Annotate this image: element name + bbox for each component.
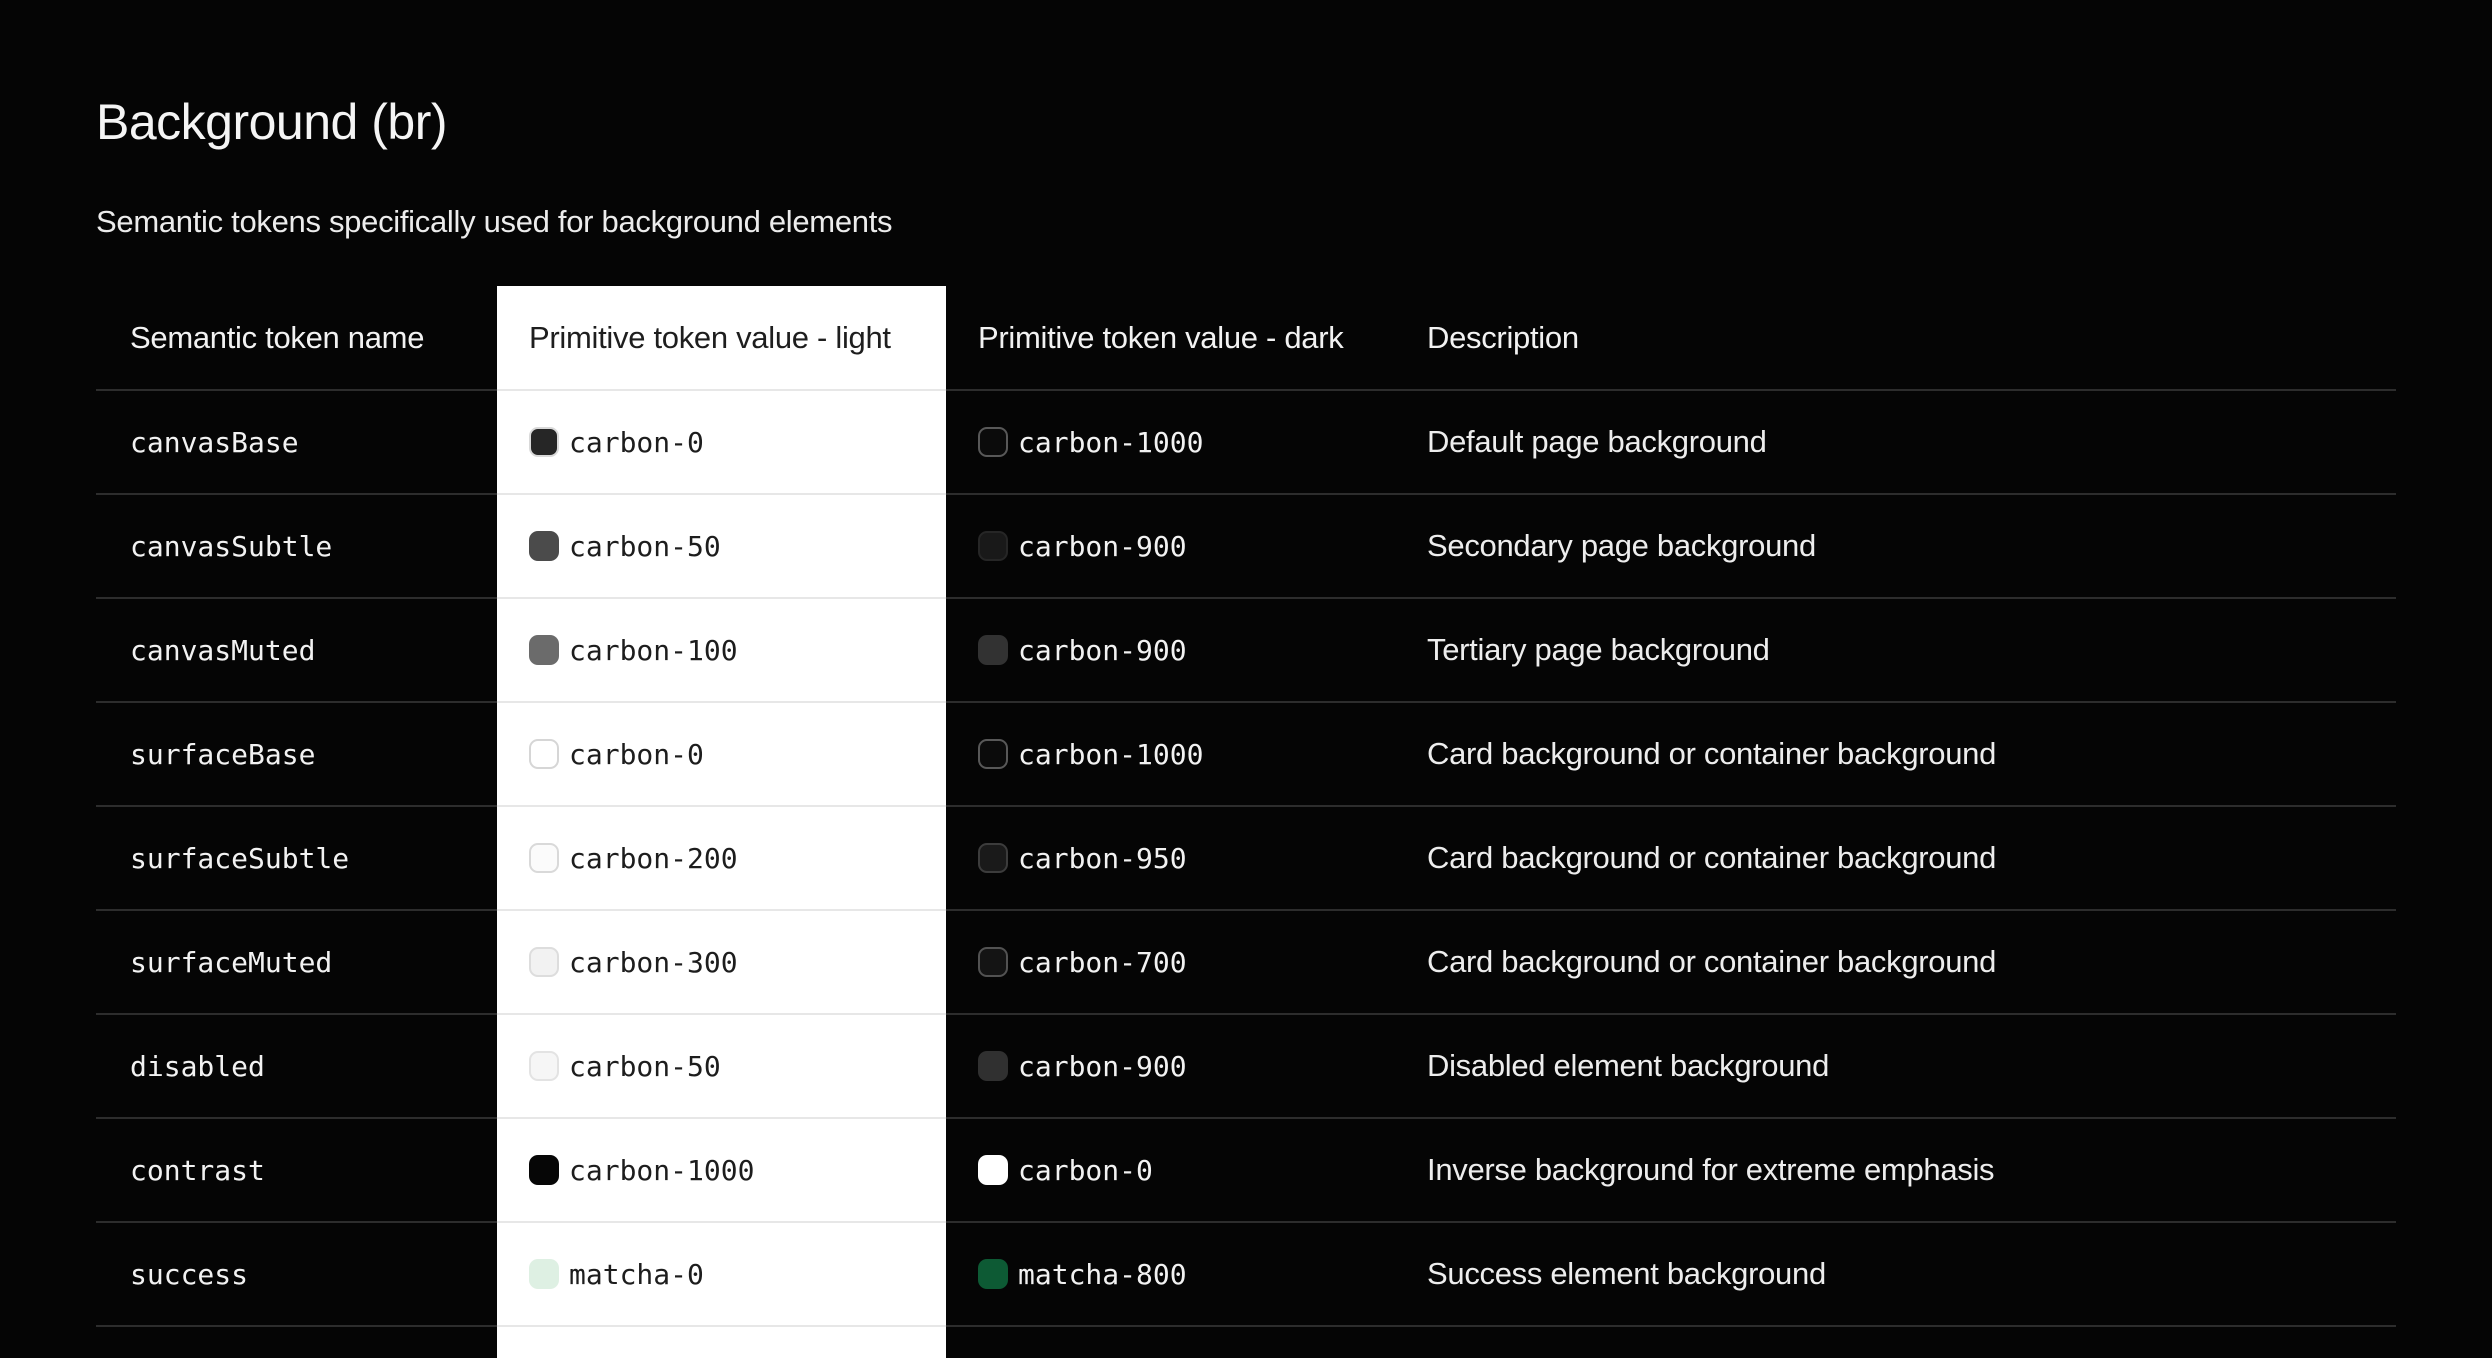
token-name: contrast (130, 1153, 265, 1187)
dark-token-value: carbon-950 (1018, 841, 1187, 875)
dark-color-swatch (978, 635, 1008, 665)
light-color-swatch (529, 531, 559, 561)
token-name: canvasBase (130, 425, 299, 459)
token-description: Secondary page background (1427, 528, 1816, 563)
table-header-row: Semantic token name Primitive token valu… (96, 286, 2396, 391)
dark-color-swatch (978, 739, 1008, 769)
dark-token-value: matcha-800 (1018, 1257, 1187, 1291)
light-token-value: carbon-50 (569, 1049, 721, 1083)
token-description: Card background or container background (1427, 944, 1997, 979)
token-name: surfaceMuted (130, 945, 333, 979)
dark-color-swatch (978, 947, 1008, 977)
dark-color-swatch (978, 531, 1008, 561)
token-name: surfaceSubtle (130, 841, 350, 875)
light-token-value: carbon-50 (569, 529, 721, 563)
token-description: Success element background (1427, 1256, 1826, 1291)
token-name: canvasSubtle (130, 529, 333, 563)
light-color-swatch (529, 1051, 559, 1081)
table-row: disabled carbon-50 carbon-900 Disabled e… (96, 1015, 2396, 1119)
dark-color-swatch (978, 843, 1008, 873)
table-row: surfaceBase carbon-0 carbon-1000 Card ba… (96, 703, 2396, 807)
token-name: canvasMuted (130, 633, 316, 667)
dark-token-value: carbon-0 (1018, 1153, 1153, 1187)
table-row: canvasMuted carbon-100 carbon-900 Tertia… (96, 599, 2396, 703)
light-token-value: carbon-200 (569, 841, 738, 875)
dark-token-value: carbon-1000 (1018, 737, 1204, 771)
light-color-swatch (529, 739, 559, 769)
token-description: Default page background (1427, 424, 1767, 459)
table-row: surfaceSubtle carbon-200 carbon-950 Card… (96, 807, 2396, 911)
column-header-dark: Primitive token value - dark (978, 319, 1344, 355)
token-name: surfaceBase (130, 737, 316, 771)
table-row: success matcha-0 matcha-800 Success elem… (96, 1223, 2396, 1327)
dark-token-value: carbon-700 (1018, 945, 1187, 979)
token-description: Card background or container background (1427, 736, 1997, 771)
token-description: Tertiary page background (1427, 632, 1770, 667)
light-color-swatch (529, 427, 559, 457)
dark-token-value: carbon-900 (1018, 529, 1187, 563)
table-row: contrast carbon-1000 carbon-0 Inverse ba… (96, 1119, 2396, 1223)
token-table: Semantic token name Primitive token valu… (96, 286, 2396, 1358)
light-token-value: carbon-0 (569, 737, 704, 771)
dark-color-swatch (978, 427, 1008, 457)
column-header-light: Primitive token value - light (529, 319, 891, 355)
light-color-swatch (529, 635, 559, 665)
light-token-value: matcha-0 (569, 1257, 704, 1291)
column-header-name: Semantic token name (130, 319, 425, 355)
light-token-value: carbon-300 (569, 945, 738, 979)
dark-color-swatch (978, 1259, 1008, 1289)
dark-token-value: carbon-900 (1018, 1049, 1187, 1083)
light-color-swatch (529, 843, 559, 873)
page-title: Background (br) (96, 94, 448, 150)
light-token-value: carbon-100 (569, 633, 738, 667)
dark-color-swatch (978, 1051, 1008, 1081)
table-row: canvasBase carbon-0 carbon-1000 Default … (96, 391, 2396, 495)
light-token-value: carbon-1000 (569, 1153, 755, 1187)
light-color-swatch (529, 1155, 559, 1185)
table-row: surfaceMuted carbon-300 carbon-700 Card … (96, 911, 2396, 1015)
page-subtitle: Semantic tokens specifically used for ba… (96, 204, 893, 239)
page: { "page": { "title": "Background (br)", … (0, 0, 2492, 1358)
dark-token-value: carbon-1000 (1018, 425, 1204, 459)
column-header-description: Description (1427, 319, 1579, 355)
light-color-swatch (529, 1259, 559, 1289)
light-token-value: carbon-0 (569, 425, 704, 459)
token-description: Disabled element background (1427, 1048, 1830, 1083)
token-description: Card background or container background (1427, 840, 1997, 875)
light-color-swatch (529, 947, 559, 977)
token-name: disabled (130, 1049, 265, 1083)
table-row: canvasSubtle carbon-50 carbon-900 Second… (96, 495, 2396, 599)
token-name: success (130, 1257, 249, 1291)
token-description: Inverse background for extreme emphasis (1427, 1152, 1995, 1187)
dark-color-swatch (978, 1155, 1008, 1185)
dark-token-value: carbon-900 (1018, 633, 1187, 667)
